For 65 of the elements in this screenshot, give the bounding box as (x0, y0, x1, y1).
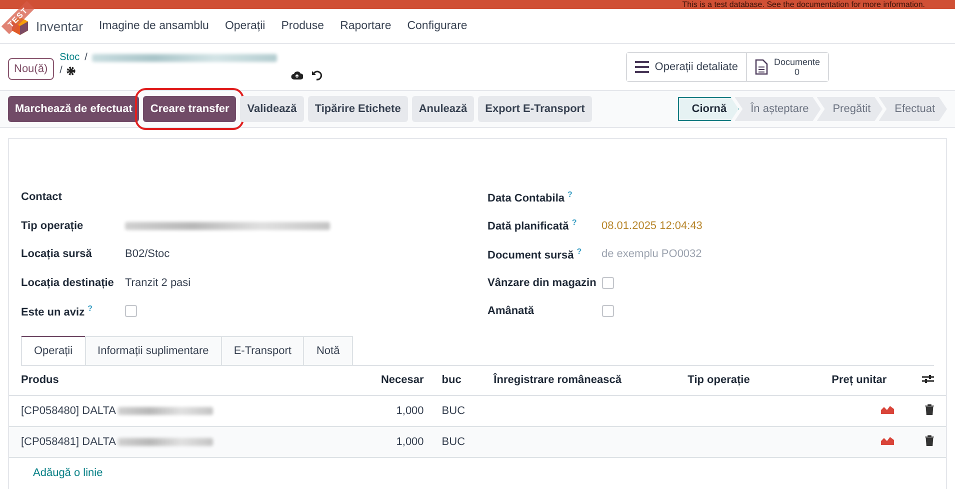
menu-item[interactable]: Configurare (407, 20, 468, 32)
field-label: Tip operație (21, 220, 84, 232)
status-step[interactable]: Pregătit (816, 97, 883, 121)
list-icon (634, 61, 649, 73)
table-cell: [CP058480] DALTA (21, 404, 116, 416)
column-header[interactable]: buc (430, 366, 482, 395)
document-icon (754, 59, 768, 75)
field-label: Locația sursă (21, 248, 92, 260)
action-button[interactable]: Marchează de efectuat (8, 96, 140, 122)
field-value: Tranzit 2 pasi (125, 276, 191, 289)
menu-item[interactable]: Produse (281, 20, 324, 32)
status-step[interactable]: Ciornă (678, 97, 739, 121)
undo-icon[interactable] (311, 70, 322, 81)
area-chart-icon[interactable] (881, 435, 894, 445)
breadcrumb-separator: / (84, 52, 88, 63)
field-label: Contact (21, 191, 62, 204)
field-value: B02/Stoc (125, 248, 170, 260)
column-header[interactable]: Necesar (363, 366, 430, 395)
status-step[interactable]: Efectuat (878, 97, 947, 121)
table-cell: BUC (442, 436, 466, 448)
action-button[interactable]: Creare transfer (143, 96, 236, 122)
column-header[interactable]: Tip operație (676, 366, 820, 395)
tab[interactable]: Operații (21, 336, 86, 364)
trash-icon[interactable] (925, 434, 934, 446)
action-button[interactable]: Tipărire Etichete (308, 96, 408, 122)
action-button[interactable]: Anulează (412, 96, 474, 122)
table-cell: 1,000 (396, 436, 424, 448)
checkbox[interactable] (602, 305, 614, 318)
cloud-upload-icon[interactable] (291, 70, 304, 80)
table-cell: 1,000 (396, 404, 424, 416)
smart-button[interactable]: Documente 0 (746, 53, 828, 81)
banner-text: This is a test database. See the documentation for more information. (682, 0, 925, 9)
area-chart-icon[interactable] (881, 404, 894, 414)
column-settings-icon[interactable] (922, 374, 934, 384)
field-label: Document sursă (488, 250, 574, 262)
tab[interactable]: E-Transport (220, 336, 304, 364)
field-label: Data Contabila (488, 192, 565, 205)
checkbox[interactable] (125, 305, 137, 318)
action-button[interactable]: Validează (240, 96, 304, 122)
column-header[interactable]: Produs (9, 366, 363, 395)
checkbox[interactable] (602, 276, 614, 289)
breadcrumb-link[interactable]: Stoc (60, 52, 80, 63)
menu-item[interactable]: Imagine de ansamblu (98, 20, 209, 32)
date-value: 08.01.2025 12:04:43 (602, 220, 702, 232)
field-label: Vânzare din magazin (488, 276, 596, 289)
table-cell: BUC (442, 404, 466, 416)
status-step[interactable]: În așteptare (734, 97, 821, 121)
column-header[interactable]: Preț unitar (820, 366, 906, 395)
field-label: Locația destinație (21, 276, 114, 289)
app-name[interactable]: Inventar (36, 18, 83, 34)
trash-icon[interactable] (925, 404, 934, 414)
field-label: Amânată (488, 305, 534, 318)
menu-item[interactable]: Raportare (340, 20, 392, 32)
field-label: Dată planificată (488, 221, 569, 234)
add-line-link[interactable]: Adăugă o linie (21, 458, 115, 488)
settings-icon[interactable] (66, 66, 76, 76)
field-label: Este un aviz (21, 306, 85, 319)
new-button[interactable]: Nou(ă) (8, 58, 54, 80)
tab[interactable]: Informații suplimentare (84, 336, 222, 364)
column-header[interactable]: Înregistrare românească (482, 366, 676, 395)
menu-item[interactable]: Operații (224, 20, 266, 32)
table-cell: [CP058481] DALTA (21, 436, 116, 448)
action-button[interactable]: Export E-Transport (478, 96, 592, 122)
breadcrumb-separator: / (60, 65, 62, 76)
tab[interactable]: Notă (303, 336, 353, 364)
